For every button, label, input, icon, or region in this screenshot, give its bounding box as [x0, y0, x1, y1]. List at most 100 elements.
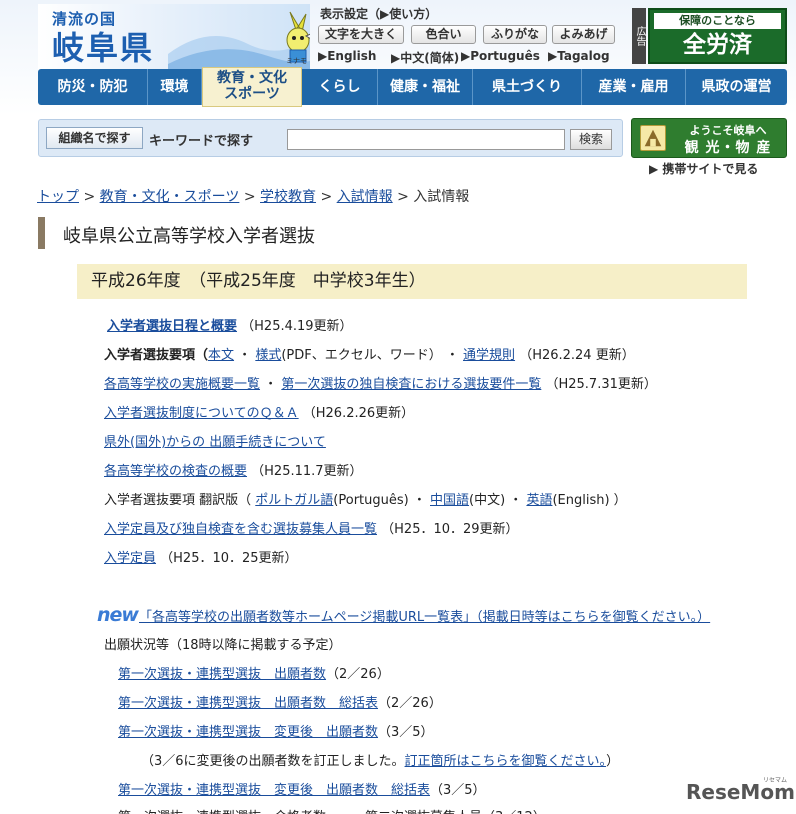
search-bar: 組織名で探す キーワードで探す 検索 — [38, 119, 623, 157]
nav-education-line2: スポーツ — [224, 86, 280, 102]
ad-banner[interactable]: 保障のことなら 全労済 — [648, 8, 787, 64]
status-note-3: （3／5） — [378, 725, 434, 740]
status-link-2[interactable]: 第一次選抜・連携型選抜 出願者数 総括表 — [118, 696, 378, 711]
breadcrumb-current: 入試情報 — [413, 189, 470, 205]
capacity-list-link[interactable]: 入学定員及び独自検査を含む選抜募集人員一覧 — [104, 522, 377, 537]
guidelines-sep: ・ — [238, 348, 252, 363]
global-nav: 防災・防犯 環境 教育・文化 スポーツ くらし 健康・福祉 県土づくり 産業・雇… — [38, 67, 787, 107]
correction-text: （3／6に変更後の出願者数を訂正しました。 — [141, 754, 405, 769]
search-button[interactable]: 検索 — [570, 129, 612, 150]
nav-kendo[interactable]: 県土づくり — [473, 69, 582, 105]
portuguese-text: (Português) ・ — [333, 493, 426, 508]
status-link-4[interactable]: 第一次選抜・連携型選抜 変更後 出願者数 総括表 — [118, 783, 430, 798]
font-size-button[interactable]: 文字を大きく — [318, 25, 404, 44]
breadcrumb-education[interactable]: 教育・文化・スポーツ — [100, 189, 240, 205]
status-note-2: （2／26） — [378, 696, 442, 711]
exam-overview-note: （H25.11.7更新） — [251, 464, 363, 479]
nav-government[interactable]: 県政の運営 — [686, 69, 787, 105]
nav-education-line1: 教育・文化 — [217, 70, 287, 86]
section-title: 平成26年度 （平成25年度 中学校3年生） — [77, 264, 747, 299]
ad-label: 広告 — [632, 8, 646, 64]
new-badge: new — [97, 604, 139, 626]
chinese-link[interactable]: 中国語 — [430, 493, 469, 508]
correction-link[interactable]: 訂正箇所はこちらを御覧ください。 — [405, 754, 607, 769]
selection-requirements-link[interactable]: 第一次選抜の独自検査における選抜要件一覧 — [281, 377, 541, 392]
overview-note: （H25.7.31更新） — [545, 377, 657, 392]
nav-industry[interactable]: 産業・雇用 — [582, 69, 686, 105]
site-logo[interactable]: 清流の国 岐阜県 — [38, 4, 310, 70]
status-link-1[interactable]: 第一次選抜・連携型選抜 出願者数 — [118, 667, 326, 682]
guidelines-forms-link[interactable]: 様式 — [255, 348, 281, 363]
entry-guidelines: 入学者選抜要項（本文 ・ 様式(PDF、エクセル、ワード） ・ 通学規則 （H2… — [104, 344, 635, 363]
status-row-partial: 第一次選抜・連携型選抜 合格者数 ・ 第二次選抜募集人員（3／12） — [118, 806, 546, 814]
status-link-3[interactable]: 第一次選抜・連携型選抜 変更後 出願者数 — [118, 725, 378, 740]
breadcrumb-exam[interactable]: 入試情報 — [337, 189, 393, 205]
schedule-link[interactable]: 入学者選抜日程と概要 — [107, 319, 237, 334]
nav-health[interactable]: 健康・福祉 — [378, 69, 473, 105]
status-row: 第一次選抜・連携型選抜 変更後 出願者数（3／5） — [118, 721, 434, 740]
overview-sep: ・ — [264, 377, 278, 392]
new-badge-text: new — [97, 604, 139, 626]
correction-end: ） — [606, 754, 620, 769]
nav-kankyo[interactable]: 環境 — [148, 69, 202, 105]
search-input[interactable] — [287, 129, 565, 150]
out-of-prefecture-link[interactable]: 県外(国外)からの 出願手続きについて — [104, 435, 326, 450]
qa-note: （H26.2.26更新） — [302, 406, 415, 421]
schedule-note: （H25.4.19更新） — [241, 319, 353, 334]
guidelines-mid: (PDF、エクセル、ワード） ・ — [281, 348, 459, 363]
status-row: 第一次選抜・連携型選抜 変更後 出願者数 総括表（3／5） — [118, 779, 486, 798]
entry-exam-overview: 各高等学校の検査の概要 （H25.11.7更新） — [104, 460, 363, 479]
mobile-site-link[interactable]: ▶ 携帯サイトで見る — [649, 160, 758, 177]
guidelines-label: 入学者選抜要項（ — [104, 348, 209, 363]
status-row: 第一次選抜・連携型選抜 出願者数（2／26） — [118, 663, 390, 682]
entry-capacity: 入学定員 （H25．10．25更新） — [104, 547, 298, 566]
lang-tagalog[interactable]: ▶Tagalog — [548, 49, 610, 63]
lang-chinese[interactable]: ▶中文(简体) — [391, 49, 459, 66]
color-button[interactable]: 色合い — [411, 25, 476, 44]
school-overview-link[interactable]: 各高等学校の実施概要一覧 — [104, 377, 260, 392]
display-settings-label[interactable]: 表示設定（▶使い方） — [320, 5, 437, 22]
status-note-1: （2／26） — [326, 667, 390, 682]
castle-icon — [640, 125, 666, 151]
mobile-site-label: 携帯サイトで見る — [662, 162, 759, 176]
commute-rules-link[interactable]: 通学規則 — [463, 348, 515, 363]
breadcrumb-school[interactable]: 学校教育 — [260, 189, 316, 205]
mascot-name: ミナモ — [286, 57, 307, 65]
entry-schedule: 入学者選抜日程と概要 （H25.4.19更新） — [107, 315, 353, 334]
status-correction: （3／6に変更後の出願者数を訂正しました。訂正箇所はこちらを御覧ください。） — [141, 750, 619, 769]
status-note-4: （3／5） — [430, 783, 486, 798]
entry-qa: 入学者選抜制度についてのＱ＆Ａ （H26.2.26更新） — [104, 402, 414, 421]
capacity-link[interactable]: 入学定員 — [104, 551, 156, 566]
applicant-urls-link[interactable]: 「各高等学校の出願者数等ホームページ掲載URL一覧表」（掲載日時等はこちらを御覧… — [139, 610, 710, 625]
read-aloud-button[interactable]: よみあげ — [552, 25, 615, 44]
entry-overview: 各高等学校の実施概要一覧 ・ 第一次選抜の独自検査における選抜要件一覧 （H25… — [104, 373, 657, 392]
lang-english[interactable]: ▶English — [318, 49, 376, 63]
english-link[interactable]: 英語 — [526, 493, 552, 508]
logo-tagline: 清流の国 — [52, 10, 117, 28]
ad-top-text: 保障のことなら — [654, 13, 781, 29]
entry-capacity-list: 入学定員及び独自検査を含む選抜募集人員一覧 （H25．10．29更新） — [104, 518, 519, 537]
tourism-banner[interactable]: ようこそ岐阜へ 観 光・物 産 — [631, 118, 787, 158]
portuguese-link[interactable]: ポルトガル語 — [255, 493, 333, 508]
lang-portuguese[interactable]: ▶Português — [461, 49, 540, 63]
status-row: 第一次選抜・連携型選抜 出願者数 総括表（2／26） — [118, 692, 442, 711]
chinese-text: (中文) ・ — [469, 493, 523, 508]
exam-overview-link[interactable]: 各高等学校の検査の概要 — [104, 464, 247, 479]
entry-out-of-prefecture: 県外(国外)からの 出願手続きについて — [104, 431, 326, 450]
breadcrumb-top[interactable]: トップ — [37, 189, 79, 205]
nav-education[interactable]: 教育・文化 スポーツ — [202, 67, 302, 107]
furigana-button[interactable]: ふりがな — [483, 25, 547, 44]
qa-link[interactable]: 入学者選抜制度についてのＱ＆Ａ — [104, 406, 299, 421]
org-search-button[interactable]: 組織名で探す — [46, 127, 143, 149]
keyword-search-label: キーワードで探す — [149, 134, 254, 149]
entry-applicant-urls: 「各高等学校の出願者数等ホームページ掲載URL一覧表」（掲載日時等はこちらを御覧… — [139, 606, 710, 625]
status-heading: 出願状況等（18時以降に掲載する予定） — [104, 638, 342, 653]
guidelines-note: （H26.2.24 更新） — [519, 348, 635, 363]
tourism-welcome: ようこそ岐阜へ — [689, 124, 767, 137]
nav-bousai[interactable]: 防災・防犯 — [38, 69, 148, 105]
nav-kurashi[interactable]: くらし — [302, 69, 378, 105]
page-title: 岐阜県公立高等学校入学者選抜 — [63, 226, 315, 247]
english-text: (English) ） — [552, 493, 627, 508]
guidelines-text-link[interactable]: 本文 — [208, 348, 234, 363]
logo-text: 岐阜県 — [52, 29, 155, 67]
